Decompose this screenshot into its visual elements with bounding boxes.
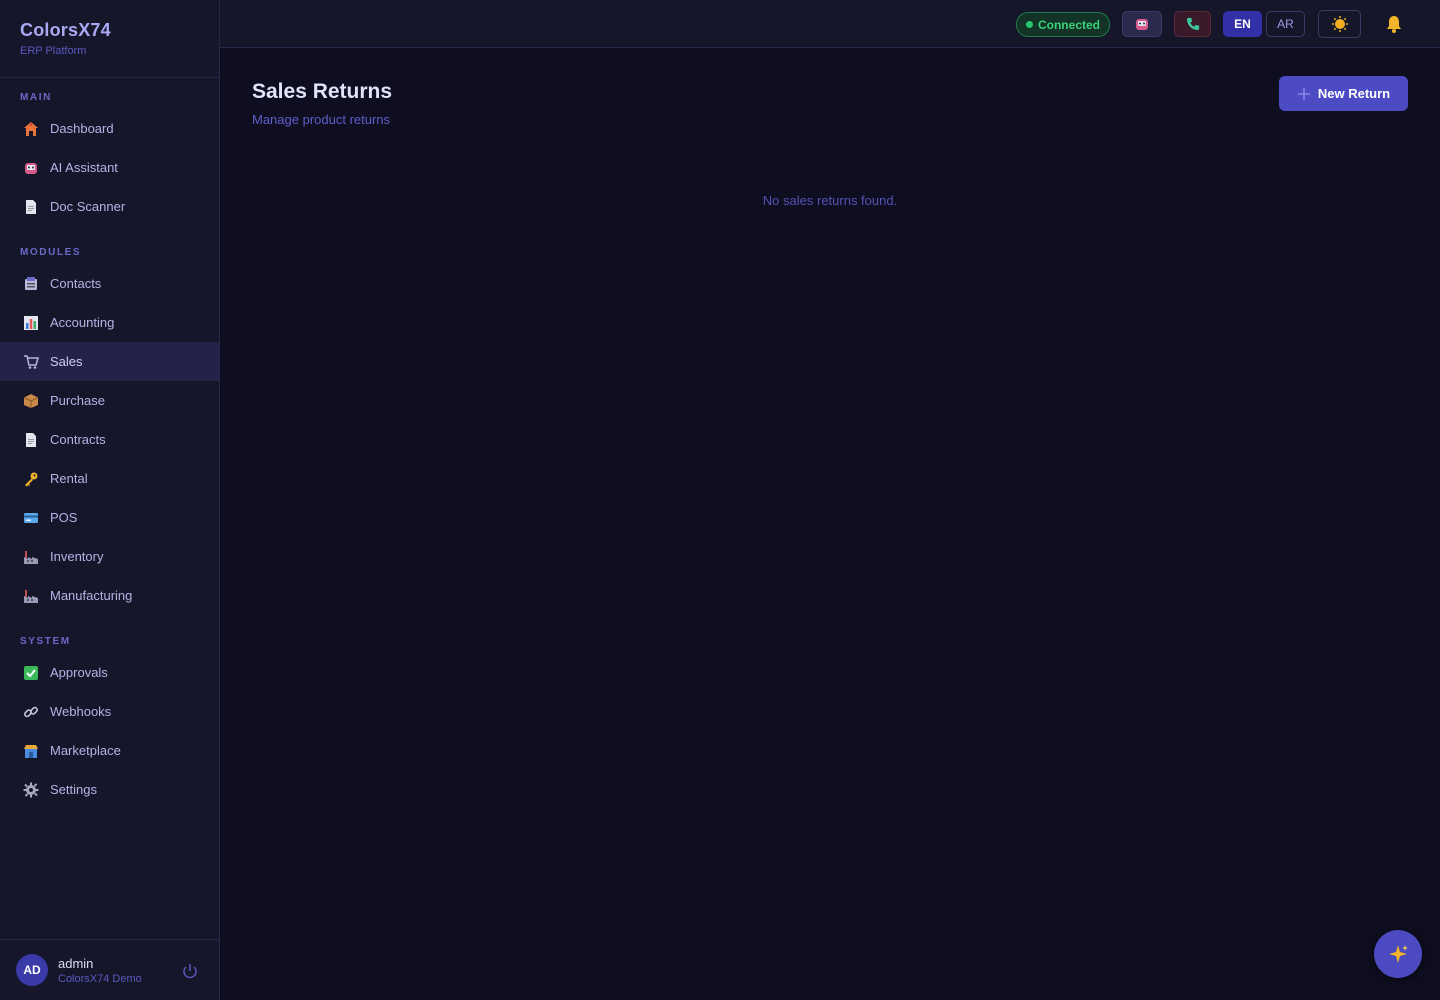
sidebar-item-rental[interactable]: Rental xyxy=(0,459,219,498)
main-content: Sales Returns Manage product returns New… xyxy=(220,48,1440,1000)
sidebar-item-marketplace[interactable]: Marketplace xyxy=(0,731,219,770)
house-icon xyxy=(22,120,40,138)
connection-status-label: Connected xyxy=(1037,17,1100,32)
sidebar-item-label: Contracts xyxy=(50,432,106,447)
sidebar-item-manufacturing[interactable]: Manufacturing xyxy=(0,576,219,615)
sidebar-item-contracts[interactable]: Contracts xyxy=(0,420,219,459)
phone-icon xyxy=(1186,17,1199,31)
plus-icon xyxy=(1297,87,1310,100)
user-org: ColorsX74 Demo xyxy=(58,972,142,985)
sidebar-item-label: POS xyxy=(50,510,78,525)
brand-title: ColorsX74 xyxy=(20,20,111,40)
ai-sparkle-button[interactable] xyxy=(1374,930,1422,978)
brand-subtitle: ERP Platform xyxy=(20,45,87,57)
section-label-system: SYSTEM xyxy=(20,636,71,647)
sidebar-item-approvals[interactable]: Approvals xyxy=(0,653,219,692)
sidebar-item-accounting[interactable]: Accounting xyxy=(0,303,219,342)
avatar: AD xyxy=(16,954,48,986)
status-dot-icon xyxy=(1025,21,1033,28)
card-icon xyxy=(22,509,40,527)
bell-icon xyxy=(1387,16,1401,33)
sidebar-item-doc-scanner[interactable]: Doc Scanner xyxy=(0,187,219,226)
sidebar-item-inventory[interactable]: Inventory xyxy=(0,537,219,576)
sidebar-item-label: Purchase xyxy=(50,393,105,408)
sidebar-item-label: AI Assistant xyxy=(50,160,118,175)
page-title: Sales Returns xyxy=(252,80,393,103)
document-icon xyxy=(22,431,40,449)
connection-status-badge: Connected xyxy=(1016,12,1110,37)
new-return-label: New Return xyxy=(1317,86,1391,101)
sidebar-item-label: Marketplace xyxy=(50,743,121,758)
sidebar-item-label: Inventory xyxy=(50,549,104,564)
sidebar-item-purchase[interactable]: Purchase xyxy=(0,381,219,420)
sidebar-item-webhooks[interactable]: Webhooks xyxy=(0,692,219,731)
sidebar-item-label: Contacts xyxy=(50,276,102,291)
factory-icon xyxy=(22,548,40,566)
sidebar-item-ai-assistant[interactable]: AI Assistant xyxy=(0,148,219,187)
sidebar-item-label: Settings xyxy=(50,782,97,797)
user-name: admin xyxy=(58,955,94,971)
sidebar-item-label: Webhooks xyxy=(50,704,112,719)
link-icon xyxy=(22,703,40,721)
ai-assistant-button[interactable] xyxy=(1122,11,1162,37)
theme-toggle-button[interactable] xyxy=(1318,10,1361,38)
robot-icon xyxy=(1136,19,1148,30)
empty-state-message: No sales returns found. xyxy=(762,193,898,208)
sidebar-item-pos[interactable]: POS xyxy=(0,498,219,537)
check-icon xyxy=(22,664,40,682)
sidebar-item-dashboard[interactable]: Dashboard xyxy=(0,109,219,148)
sidebar-item-label: Approvals xyxy=(50,665,108,680)
topbar: Connected EN AR xyxy=(220,0,1440,48)
sidebar-item-label: Sales xyxy=(50,354,83,369)
factory-icon xyxy=(22,587,40,605)
contacts-icon xyxy=(22,275,40,293)
logout-button[interactable] xyxy=(181,962,199,980)
sidebar-item-label: Manufacturing xyxy=(50,588,133,603)
sidebar: ColorsX74 ERP Platform MAIN Dashboard AI… xyxy=(0,0,220,1000)
package-icon xyxy=(22,392,40,410)
sparkle-icon xyxy=(1389,945,1408,963)
sidebar-item-sales[interactable]: Sales xyxy=(0,342,219,381)
sidebar-item-label: Dashboard xyxy=(50,121,114,136)
document-icon xyxy=(22,198,40,216)
page-subtitle: Manage product returns xyxy=(252,112,391,127)
sun-icon xyxy=(1331,16,1348,32)
sidebar-item-contacts[interactable]: Contacts xyxy=(0,264,219,303)
power-icon xyxy=(183,964,197,979)
robot-icon xyxy=(22,159,40,177)
notifications-button[interactable] xyxy=(1380,11,1408,37)
store-icon xyxy=(22,742,40,760)
gear-icon xyxy=(22,781,40,799)
brand: ColorsX74 ERP Platform xyxy=(0,0,219,78)
key-icon xyxy=(22,470,40,488)
sidebar-item-label: Accounting xyxy=(50,315,115,330)
user-profile: AD admin ColorsX74 Demo xyxy=(0,939,219,1000)
sidebar-item-label: Rental xyxy=(50,471,88,486)
sidebar-item-label: Doc Scanner xyxy=(50,199,126,214)
new-return-button[interactable]: New Return xyxy=(1279,76,1408,111)
user-info: admin ColorsX74 Demo xyxy=(58,956,142,985)
chart-icon xyxy=(22,314,40,332)
sidebar-item-settings[interactable]: Settings xyxy=(0,770,219,809)
phone-button[interactable] xyxy=(1174,11,1211,37)
section-label-modules: MODULES xyxy=(20,247,82,258)
language-ar-button[interactable]: AR xyxy=(1266,11,1305,37)
language-en-button[interactable]: EN xyxy=(1223,11,1262,37)
cart-icon xyxy=(22,353,40,371)
section-label-main: MAIN xyxy=(20,92,52,103)
